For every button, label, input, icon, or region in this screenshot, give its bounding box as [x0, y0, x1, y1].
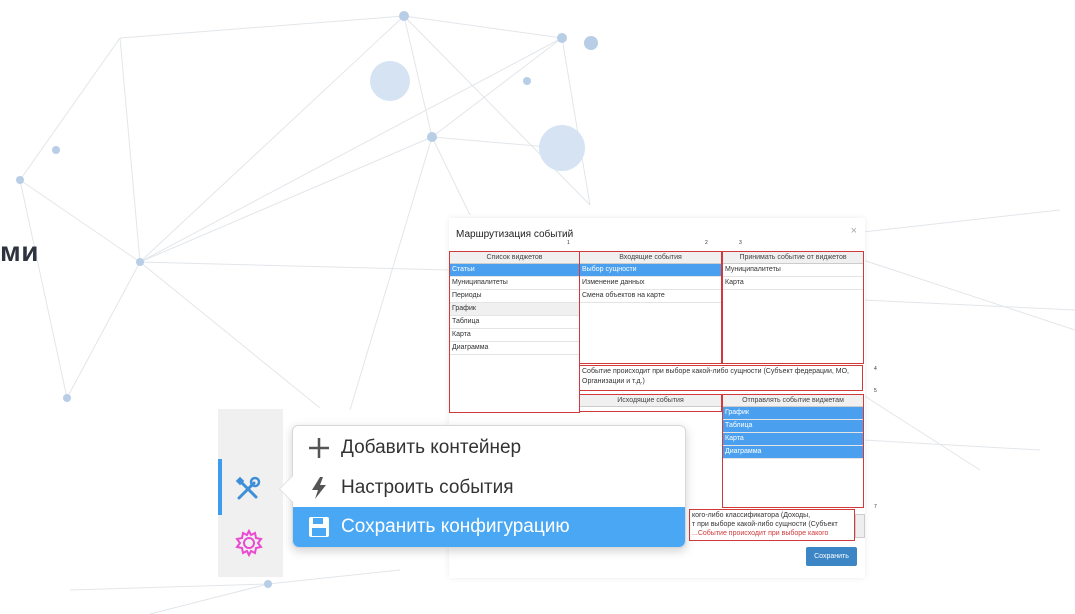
- menu-item-add-container[interactable]: Добавить контейнер: [293, 428, 685, 468]
- lightning-icon: [305, 476, 333, 500]
- side-toolbar: [218, 409, 283, 577]
- callout-number: 3: [739, 240, 742, 246]
- widget-list-header: Список виджетов: [450, 252, 579, 264]
- send-to-header: Отправлять событие виджетам: [723, 395, 863, 407]
- dialog-title: Маршрутизация событий: [456, 229, 574, 240]
- close-icon[interactable]: ×: [851, 225, 857, 237]
- outgoing-events-header: Исходящие события: [580, 395, 721, 407]
- callout-number: 7: [874, 504, 877, 510]
- widget-row[interactable]: Муниципалитеты: [450, 277, 579, 290]
- desc-line: ...Событие происходит при выборе какого: [692, 530, 829, 537]
- accept-from-row[interactable]: Карта: [723, 277, 863, 290]
- incoming-event-row[interactable]: Изменение данных: [580, 277, 721, 290]
- desc-line: кого-либо классификатора (Доходы,: [692, 512, 811, 519]
- plus-icon: [305, 436, 333, 460]
- accept-from-header: Принимать событие от виджетов: [723, 252, 863, 264]
- menu-item-label: Добавить контейнер: [341, 437, 522, 458]
- widget-row[interactable]: График: [450, 303, 579, 316]
- widget-row[interactable]: Статьи: [450, 264, 579, 277]
- desc-line: т при выборе какой-либо сущности (Субъек…: [692, 521, 838, 528]
- floppy-icon: [305, 515, 333, 539]
- accept-from-panel: Принимать событие от виджетов Муниципали…: [722, 251, 864, 364]
- callout-number: 1: [567, 240, 570, 246]
- send-to-row[interactable]: Карта: [723, 433, 863, 446]
- config-menu-popup: Добавить контейнер Настроить события Сох…: [280, 425, 686, 548]
- send-to-row[interactable]: Диаграмма: [723, 446, 863, 459]
- callout-number: 4: [874, 366, 877, 372]
- incoming-event-row[interactable]: Выбор сущности: [580, 264, 721, 277]
- incoming-events-panel: Входящие события Выбор сущности Изменени…: [579, 251, 722, 364]
- widget-row[interactable]: Диаграмма: [450, 342, 579, 355]
- widget-row[interactable]: Карта: [450, 329, 579, 342]
- send-to-row[interactable]: График: [723, 407, 863, 420]
- callout-number: 5: [874, 388, 877, 394]
- incoming-events-header: Входящие события: [580, 252, 721, 264]
- accept-from-row[interactable]: Муниципалитеты: [723, 264, 863, 277]
- event-description: Событие происходит при выборе какой-либо…: [579, 365, 863, 391]
- menu-item-configure-events[interactable]: Настроить события: [293, 468, 685, 508]
- page-title-fragment: ми: [0, 236, 39, 267]
- widget-list-panel: Список виджетов Статьи Муниципалитеты Пе…: [449, 251, 580, 413]
- description-scrollbar[interactable]: [855, 514, 865, 538]
- callout-number: 2: [705, 240, 708, 246]
- tools-icon[interactable]: [234, 475, 262, 503]
- widget-row[interactable]: Таблица: [450, 316, 579, 329]
- save-button[interactable]: Сохранить: [806, 547, 857, 566]
- menu-item-save-config[interactable]: Сохранить конфигурацию: [293, 507, 685, 547]
- menu-item-label: Сохранить конфигурацию: [341, 516, 570, 537]
- widget-row[interactable]: Периоды: [450, 290, 579, 303]
- send-to-row[interactable]: Таблица: [723, 420, 863, 433]
- outgoing-events-panel: Исходящие события: [579, 394, 722, 412]
- send-to-panel: Отправлять событие виджетам График Табли…: [722, 394, 864, 508]
- menu-item-label: Настроить события: [341, 477, 514, 498]
- active-indicator: [218, 459, 222, 515]
- popup-arrow: [280, 476, 293, 502]
- gear-icon[interactable]: [235, 529, 263, 557]
- event-description-2: кого-либо классификатора (Доходы, т при …: [689, 509, 855, 541]
- incoming-event-row[interactable]: Смена объектов на карте: [580, 290, 721, 303]
